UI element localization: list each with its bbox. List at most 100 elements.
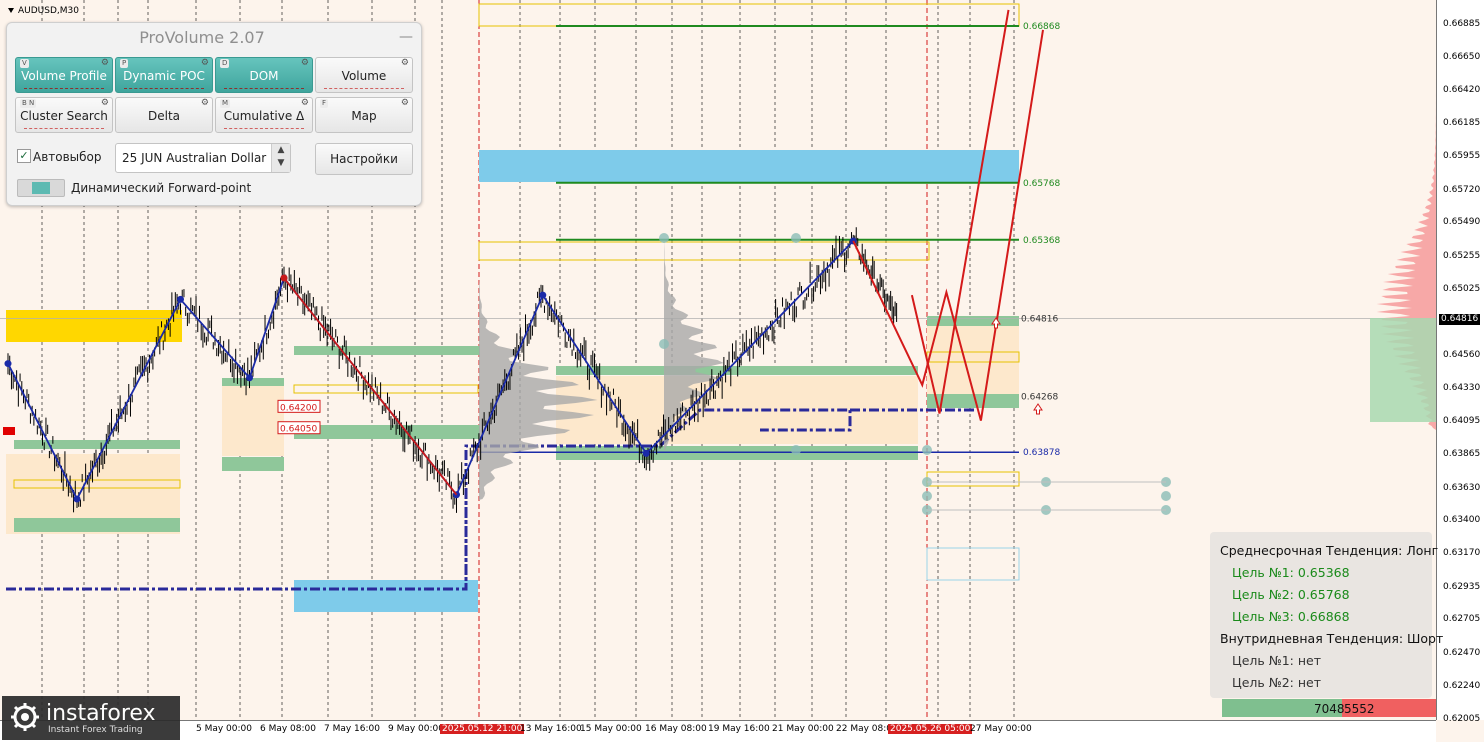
price-tick-label: 0.65255 [1443,250,1481,261]
price-tick-label: 0.63400 [1443,515,1481,526]
marker-dot [659,339,669,349]
time-axis[interactable]: 5 May 00:00 6 May 08:00 7 May 16:00 9 May 0… [0,720,1436,742]
button-label: Cluster Search [20,109,108,123]
indicator-dots [224,126,304,129]
gear-icon[interactable]: ⚙ [301,58,309,68]
price-tick-label: 0.65720 [1443,184,1481,195]
marker-dot [922,491,932,501]
level-box [293,384,479,394]
price-tick-label: 0.64330 [1443,382,1481,393]
volume-profile-button[interactable]: V ⚙ Volume Profile [15,57,113,93]
cyan-zone [479,150,1019,182]
short-target-2: Цель №2: нет [1232,675,1322,690]
hotkey-badge: F [320,99,329,108]
signal-marker [3,427,15,435]
price-tick-label: 0.65955 [1443,151,1481,162]
price-tick-label: 0.64560 [1443,350,1481,360]
delta-button[interactable]: ⚙ Delta [115,97,213,133]
button-label: DOM [249,69,279,83]
indicator-dots [124,86,204,89]
support-zone [556,446,918,460]
gear-icon[interactable]: ⚙ [401,58,409,68]
forward-box [926,547,1020,581]
medium-trend-label: Среднесрочная Тенденция: Лонг [1220,543,1439,558]
price-tick-label: 0.65490 [1443,217,1481,228]
marker-dot [922,445,932,455]
button-label: Volume [341,69,387,83]
volume-button[interactable]: ⚙ Volume [315,57,413,93]
menu-triangle-icon[interactable] [8,8,14,13]
settings-button[interactable]: Настройки [315,143,413,175]
support-zone [222,378,284,386]
time-tick-label: 15 May 00:00 [580,724,642,734]
indicator-dots [24,86,104,89]
support-zone [294,346,480,355]
support-zone [14,440,180,449]
button-label: Cumulative Δ [223,109,305,123]
price-tick-label: 0.64095 [1443,416,1481,427]
price-tick-label: 0.62470 [1443,647,1481,658]
target-label: 0.65768 [1023,179,1060,189]
target-label: 0.66868 [1023,22,1060,32]
cluster-search-button[interactable]: B N ⚙ Cluster Search [15,97,113,133]
price-axis[interactable]: 0.66885 0.66650 0.66420 0.66185 0.65955 0.657… [1436,0,1484,724]
price-box-label: 0.64050 [280,425,317,435]
dynamic-poc-button[interactable]: P ⚙ Dynamic POC [115,57,213,93]
price-tick-label: 0.63865 [1443,449,1481,460]
value-area-zone [927,326,1019,394]
gear-icon[interactable]: ⚙ [201,58,209,68]
price-tick-label: 0.63170 [1443,548,1481,559]
price-tick-label: 0.62005 [1443,714,1481,725]
zigzag-point [642,449,650,457]
time-tick-label: 19 May 16:00 [708,724,770,734]
marker-dot [791,445,801,455]
instaforex-logo: instaforex Instant Forex Trading [2,696,180,740]
cumulative-delta-button[interactable]: M ⚙ Cumulative Δ [215,97,313,133]
symbol-text: AUDUSD,M30 [18,6,79,16]
forward-point-toggle[interactable] [17,179,65,197]
time-tick-label: 2025.05.26 05:00 [888,724,973,734]
pivot-label: 0.64816 [1021,315,1058,325]
support-zone [294,425,480,439]
hotkey-badge: B N [20,99,37,108]
gear-icon[interactable]: ⚙ [101,58,109,68]
dom-button[interactable]: D ⚙ DOM [215,57,313,93]
spinner-icon[interactable]: ▲ ▼ [271,144,290,172]
hotkey-badge: V [20,59,29,68]
long-target-1: Цель №1: 0.65368 [1232,565,1350,580]
map-button[interactable]: F ⚙ Map [315,97,413,133]
indicator-dots [124,127,204,129]
gear-icon[interactable]: ⚙ [301,98,309,108]
gear-icon[interactable]: ⚙ [401,98,409,108]
marker-dot [791,233,801,243]
up-arrow-icon [1033,403,1043,415]
zigzag-point [246,374,253,382]
trend-point [280,274,288,282]
instrument-select[interactable]: 25 JUN Australian Dollar ▲ ▼ [115,143,291,173]
time-tick-label: 6 May 08:00 [260,724,316,734]
long-target-2: Цель №2: 0.65768 [1232,587,1350,602]
buy-volume-value: 7048 [1314,702,1345,716]
minimize-button[interactable]: — [399,29,413,45]
gear-icon[interactable]: ⚙ [201,98,209,108]
button-label: Volume Profile [21,69,107,83]
auto-select-label: Автовыбор [33,150,102,164]
time-tick-label: 9 May 00:00 [388,724,444,734]
cyan-zone [294,580,478,612]
price-tick-label: 0.66185 [1443,118,1481,129]
indicator-dots [224,86,304,89]
time-tick-label: 7 May 16:00 [324,724,380,734]
time-tick-label: 27 May 00:00 [970,724,1032,734]
toggle-knob [32,182,50,194]
hotkey-badge: M [220,99,231,108]
support-label: 0.63878 [1023,448,1060,458]
provolume-panel: ProVolume 2.07 — V ⚙ Volume Profile P ⚙ … [6,22,422,206]
time-tick-label: 21 May 00:00 [772,724,834,734]
short-target-1: Цель №1: нет [1232,653,1322,668]
price-tick-label: 0.66650 [1443,52,1481,63]
price-tick-label: 0.62705 [1443,614,1481,625]
indicator-dots [324,86,404,89]
auto-select-checkbox[interactable]: ✓ [17,149,31,163]
gear-icon[interactable]: ⚙ [101,98,109,108]
zigzag-point [539,291,547,299]
